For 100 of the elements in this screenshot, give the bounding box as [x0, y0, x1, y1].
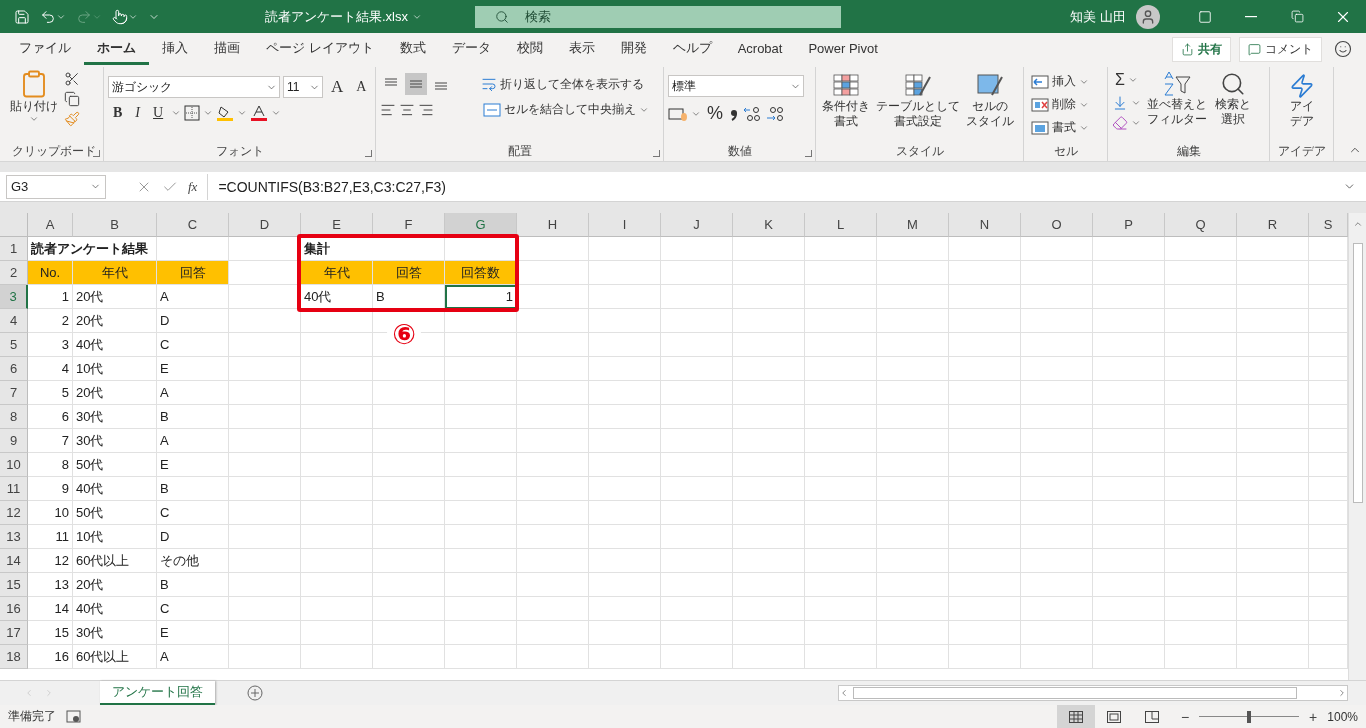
column-header[interactable]: I	[589, 213, 661, 237]
row-header[interactable]: 6	[0, 357, 28, 381]
column-header[interactable]: Q	[1165, 213, 1237, 237]
column-header[interactable]: P	[1093, 213, 1165, 237]
cells-button[interactable]: 挿入	[1028, 71, 1092, 92]
shrink-font-button[interactable]: A	[351, 77, 372, 97]
row-header[interactable]: 16	[0, 597, 28, 621]
vertical-scrollbar[interactable]	[1348, 213, 1366, 680]
ribbon-tab[interactable]: ページ レイアウト	[253, 33, 387, 65]
ribbon-tab[interactable]: 開発	[607, 33, 660, 65]
row-header[interactable]: 9	[0, 429, 28, 453]
row-header[interactable]: 1	[0, 237, 28, 261]
column-header[interactable]: H	[517, 213, 589, 237]
autosum-button[interactable]: Σ	[1112, 69, 1141, 91]
cells-button[interactable]: 書式	[1028, 117, 1092, 138]
font-name-field[interactable]: 游ゴシック	[108, 76, 280, 98]
style-button[interactable]: セルの スタイル	[964, 71, 1016, 131]
column-header[interactable]: A	[28, 213, 73, 237]
merge-center-button[interactable]: セルを結合して中央揃え	[480, 99, 652, 120]
row-header[interactable]: 3	[0, 285, 28, 309]
zoom-in-button[interactable]: +	[1309, 708, 1318, 725]
scroll-thumb[interactable]	[853, 687, 1297, 699]
column-header[interactable]: B	[73, 213, 157, 237]
ribbon-tab[interactable]: 表示	[555, 33, 608, 65]
sort-filter-button[interactable]: 並べ替えと フィルター	[1145, 69, 1209, 129]
column-header[interactable]: D	[229, 213, 301, 237]
table-cell	[1021, 477, 1093, 501]
table-cell	[805, 333, 877, 357]
comment-button[interactable]: コメント	[1239, 36, 1322, 62]
scroll-thumb[interactable]	[1352, 243, 1363, 503]
row-header[interactable]: 8	[0, 405, 28, 429]
italic-button[interactable]: I	[130, 103, 145, 123]
search-field[interactable]: 検索	[475, 5, 841, 28]
avatar[interactable]	[1136, 4, 1160, 29]
column-header[interactable]: O	[1021, 213, 1093, 237]
select-all-button[interactable]	[0, 213, 28, 237]
ideas-button[interactable]: アイ デア	[1286, 71, 1317, 131]
row-header[interactable]: 10	[0, 453, 28, 477]
find-select-button[interactable]: 検索と 選択	[1213, 69, 1253, 129]
style-button[interactable]: 条件付き 書式	[820, 71, 872, 131]
column-header[interactable]: F	[373, 213, 445, 237]
column-header[interactable]: R	[1237, 213, 1309, 237]
column-header[interactable]: M	[877, 213, 949, 237]
row-header[interactable]: 2	[0, 261, 28, 285]
table-cell	[589, 501, 661, 525]
cells-button[interactable]: 削除	[1028, 94, 1092, 115]
bold-button[interactable]: B	[108, 103, 128, 123]
zoom-level[interactable]: 100%	[1327, 709, 1358, 724]
row-header[interactable]: 12	[0, 501, 28, 525]
ribbon-tab[interactable]: 校閲	[503, 33, 556, 65]
column-header[interactable]: J	[661, 213, 733, 237]
underline-button[interactable]: U	[148, 103, 169, 123]
column-header[interactable]: N	[949, 213, 1021, 237]
row-header[interactable]: 11	[0, 477, 28, 501]
add-sheet-icon	[247, 685, 263, 701]
decrease-decimal-icon	[765, 104, 785, 123]
table-cell	[733, 621, 805, 645]
wrap-text-button[interactable]: 折り返して全体を表示する	[478, 73, 647, 95]
formula-field[interactable]: =COUNTIFS(B3:B27,E3,C3:C27,F3)	[207, 173, 1360, 200]
style-button[interactable]: テーブルとして 書式設定	[874, 71, 962, 131]
row-header[interactable]: 5	[0, 333, 28, 357]
font-size-field[interactable]: 11	[283, 76, 323, 98]
ribbon-tab[interactable]: Acrobat	[724, 34, 796, 64]
zoom-thumb[interactable]	[1247, 710, 1252, 723]
ribbon-tab[interactable]: Power Pivot	[795, 34, 891, 64]
percent-button[interactable]: %	[704, 101, 726, 126]
ribbon-tab[interactable]: 挿入	[149, 33, 201, 65]
horizontal-scrollbar[interactable]	[838, 685, 1348, 701]
name-box[interactable]: G3	[6, 174, 106, 199]
table-cell	[1165, 621, 1237, 645]
ribbon-tab[interactable]: ホーム	[84, 33, 149, 65]
zoom-out-button[interactable]: −	[1180, 708, 1190, 725]
row-header[interactable]: 18	[0, 645, 28, 669]
row-header[interactable]: 17	[0, 621, 28, 645]
paste-button[interactable]: 貼り付け	[8, 67, 60, 126]
column-header[interactable]: C	[157, 213, 229, 237]
column-header[interactable]: S	[1309, 213, 1348, 237]
column-header[interactable]: G	[445, 213, 517, 237]
column-header[interactable]: K	[733, 213, 805, 237]
ribbon-tab[interactable]: 数式	[386, 33, 439, 65]
column-header[interactable]: E	[301, 213, 373, 237]
table-cell	[589, 453, 661, 477]
vertical-align-button[interactable]	[405, 73, 427, 95]
sheet-tab[interactable]: アンケート回答	[100, 680, 215, 705]
row-header[interactable]: 4	[0, 309, 28, 333]
normal-view-button[interactable]	[1056, 705, 1095, 728]
column-header[interactable]: L	[805, 213, 877, 237]
table-cell	[517, 501, 589, 525]
row-header[interactable]: 14	[0, 549, 28, 573]
row-header[interactable]: 7	[0, 381, 28, 405]
share-button[interactable]: 共有	[1172, 36, 1231, 62]
grow-font-button[interactable]: A	[326, 75, 349, 99]
row-header[interactable]: 13	[0, 525, 28, 549]
number-format-field[interactable]: 標準	[668, 75, 804, 97]
insert-function-button[interactable]: fx	[188, 178, 198, 195]
ribbon-tab[interactable]: データ	[438, 33, 504, 65]
ribbon-tab[interactable]: 描画	[201, 33, 253, 65]
row-header[interactable]: 15	[0, 573, 28, 597]
ribbon-tab[interactable]: ヘルプ	[659, 33, 725, 65]
ribbon-tab[interactable]: ファイル	[6, 33, 84, 65]
